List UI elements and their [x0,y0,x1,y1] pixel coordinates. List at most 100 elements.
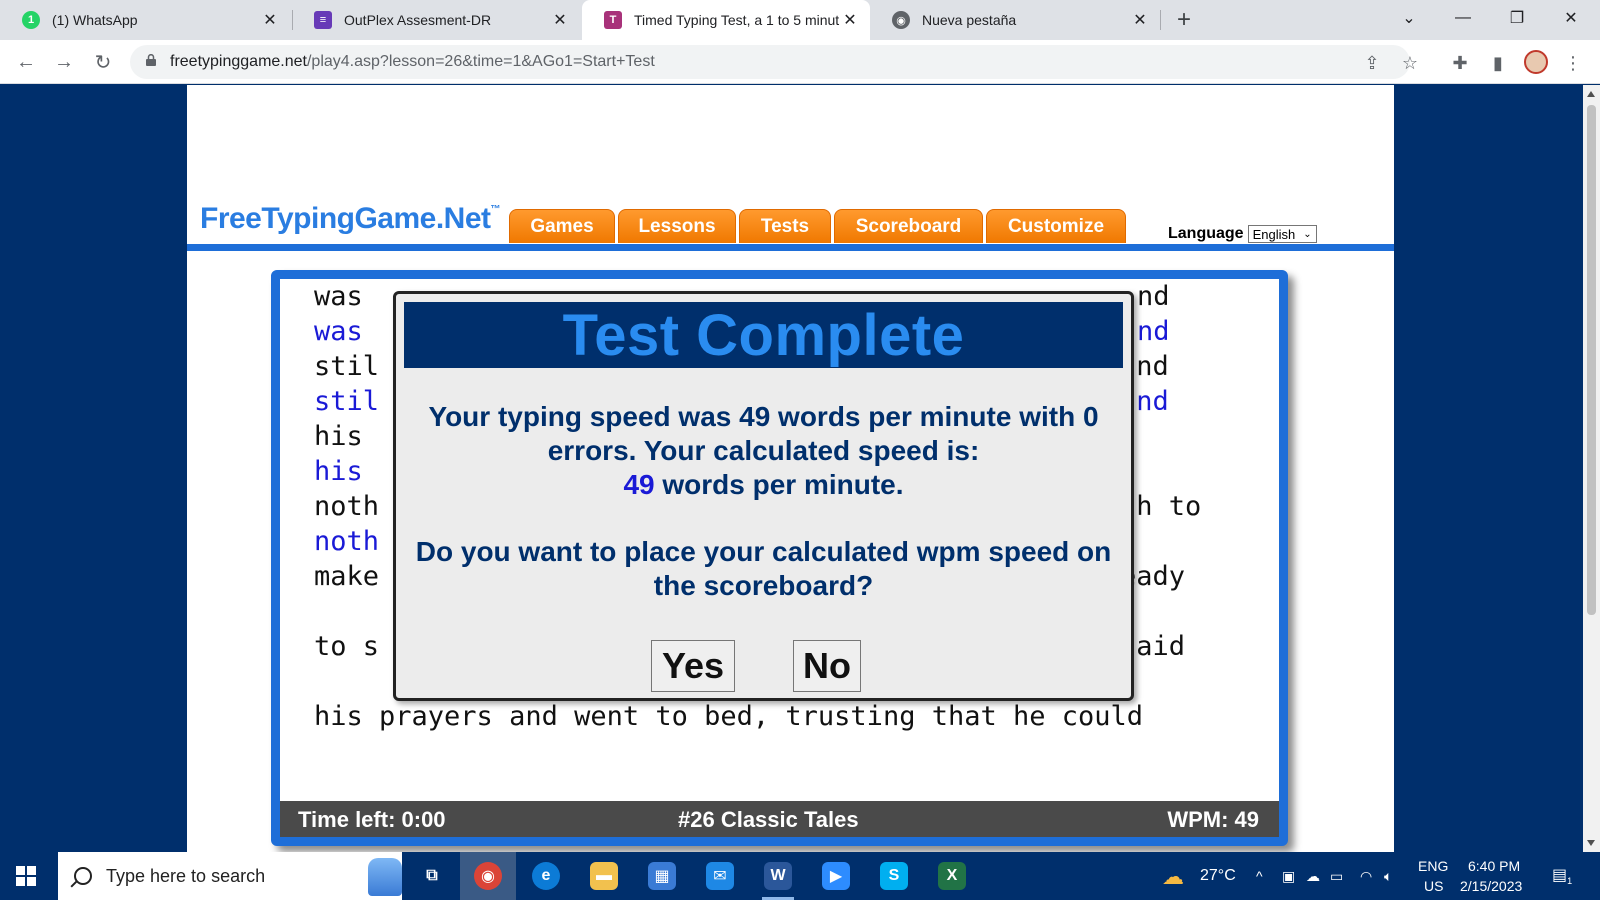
mail-icon: ✉ [706,862,734,890]
battery-icon[interactable]: ▭ [1330,868,1343,885]
nav-customize[interactable]: Customize [986,209,1126,243]
back-button[interactable]: ← [12,48,40,76]
store-icon: ▦ [648,862,676,890]
restore-button[interactable]: ❐ [1494,0,1540,36]
header-divider [187,244,1394,251]
taskbar-app-file-explorer[interactable]: ▬ [576,852,632,900]
line-text-left: was [314,281,380,312]
windows-start-icon[interactable] [16,866,36,886]
nav-scoreboard[interactable]: Scoreboard [834,209,983,243]
typing-icon: T [604,11,622,29]
meet-now-icon[interactable]: ▣ [1282,868,1295,885]
site-nav: Games Lessons Tests Scoreboard Customize [509,209,1129,243]
tab-new-tab[interactable]: ◉ Nueva pestaña ✕ [870,0,1160,40]
speed-unit: words per minute. [654,469,904,500]
tab-title: (1) WhatsApp [52,12,138,28]
result-line-1: Your typing speed was 49 words per minut… [428,401,1099,432]
search-highlight-icon [368,858,402,896]
line-text-left: to s [314,631,380,662]
scroll-down-icon[interactable] [1587,840,1595,846]
page-scrollbar[interactable] [1583,85,1600,852]
line-text-left: stil [314,351,380,382]
close-icon[interactable]: ✕ [1130,10,1150,30]
line-text-left: his [314,456,380,487]
scroll-up-icon[interactable] [1587,91,1595,97]
status-bar: Time left: 0:00 #26 Classic Tales WPM: 4… [280,801,1279,837]
notifications-icon[interactable]: ▤1 [1552,865,1572,886]
chrome-icon: ◉ [474,862,502,890]
chevron-up-icon[interactable]: ^ [1256,868,1263,884]
time-left: Time left: 0:00 [298,807,446,832]
forms-icon: ≡ [314,11,332,29]
question-line-2: the scoreboard? [653,570,874,601]
nav-tests[interactable]: Tests [739,209,831,243]
dialog-header: Test Complete [404,302,1123,368]
taskbar-app-chrome[interactable]: ◉ [460,852,516,900]
result-line-2: errors. Your calculated speed is: [547,435,980,466]
input-language[interactable]: ENG [1418,858,1448,874]
extensions-puzzle-icon[interactable]: ✚ [1449,52,1471,74]
reload-button[interactable]: ↻ [89,48,117,76]
volume-icon[interactable]: 🔈︎ [1384,868,1392,885]
taskbar-app-store[interactable]: ▦ [634,852,690,900]
line-text-left: was [314,316,380,347]
nav-lessons[interactable]: Lessons [618,209,736,243]
close-icon[interactable]: ✕ [260,10,280,30]
yes-button[interactable]: Yes [651,640,735,692]
new-tab-button[interactable]: + [1170,6,1198,34]
taskbar-search[interactable]: Type here to search [58,852,402,900]
question-line-1: Do you want to place your calculated wpm… [415,536,1112,567]
address-bar[interactable]: freetypinggame.net/play4.asp?lesson=26&t… [130,45,1418,79]
task-view-icon: ⧉ [426,867,438,884]
language-select[interactable]: English ⌄ [1247,225,1317,243]
tab-separator [1160,10,1161,30]
lesson-name: #26 Classic Tales [678,807,859,832]
taskbar-app-word[interactable]: W [750,852,806,900]
nav-games[interactable]: Games [509,209,615,243]
dialog-result-message: Your typing speed was 49 words per minut… [396,400,1131,502]
menu-kebab-icon[interactable]: ⋮ [1562,52,1584,74]
scroll-thumb[interactable] [1587,105,1596,615]
chrome-icon: ◉ [892,11,910,29]
line-text-left: make [314,561,380,592]
taskbar-app-mail[interactable]: ✉ [692,852,748,900]
taskbar-app-zoom[interactable]: ▶ [808,852,864,900]
taskbar-app-skype[interactable]: S [866,852,922,900]
close-icon[interactable]: ✕ [840,10,860,30]
site-logo[interactable]: FreeTypingGame.Net™ [200,202,501,236]
line-text-right: nd [1137,316,1170,347]
taskbar-app-task-view[interactable]: ⧉ [404,852,460,900]
tab-search-chevron-icon[interactable]: ⌄ [1386,0,1432,36]
line-text-left: his [314,421,380,452]
result-line-3: 49 words per minute. [396,468,1131,502]
windows-taskbar: Type here to search ⧉ ◉ e ▬ ▦ ✉ W ▶ S X ☁ 27°C ^ … [0,852,1600,900]
test-complete-dialog: Test Complete Your typing speed was 49 w… [393,291,1134,701]
tab-typing-test[interactable]: T Timed Typing Test, a 1 to 5 minut ✕ [582,0,870,40]
no-button[interactable]: No [793,640,861,692]
bookmark-star-icon[interactable]: ☆ [1399,52,1421,74]
close-icon[interactable]: ✕ [550,10,570,30]
taskbar-app-edge[interactable]: e [518,852,574,900]
share-icon[interactable]: ⇪ [1361,52,1383,74]
search-placeholder: Type here to search [106,865,266,886]
chevron-down-icon: ⌄ [1303,228,1312,240]
clock-time[interactable]: 6:40 PM [1468,858,1520,874]
close-window-button[interactable]: ✕ [1548,0,1594,36]
onedrive-icon[interactable]: ☁ [1306,868,1320,885]
weather-icon[interactable]: ☁ [1162,864,1184,890]
taskbar-app-excel[interactable]: X [924,852,980,900]
tab-title: OutPlex Assesment-DR [344,12,492,28]
side-panel-icon[interactable]: ▮ [1487,52,1509,74]
skype-icon: S [880,862,908,890]
forward-button[interactable]: → [50,48,78,76]
wifi-icon[interactable]: ◠ [1360,868,1372,885]
tab-outplex[interactable]: ≡ OutPlex Assesment-DR ✕ [292,0,580,40]
minimize-button[interactable]: — [1440,0,1486,36]
search-icon [74,867,92,885]
tab-whatsapp[interactable]: 1 (1) WhatsApp ✕ [0,0,290,40]
line-text-left: stil [314,386,380,417]
excel-icon: X [938,862,966,890]
profile-avatar[interactable] [1524,50,1548,74]
tab-title: Nueva pestaña [922,12,1017,28]
language-label: Language [1168,225,1244,242]
